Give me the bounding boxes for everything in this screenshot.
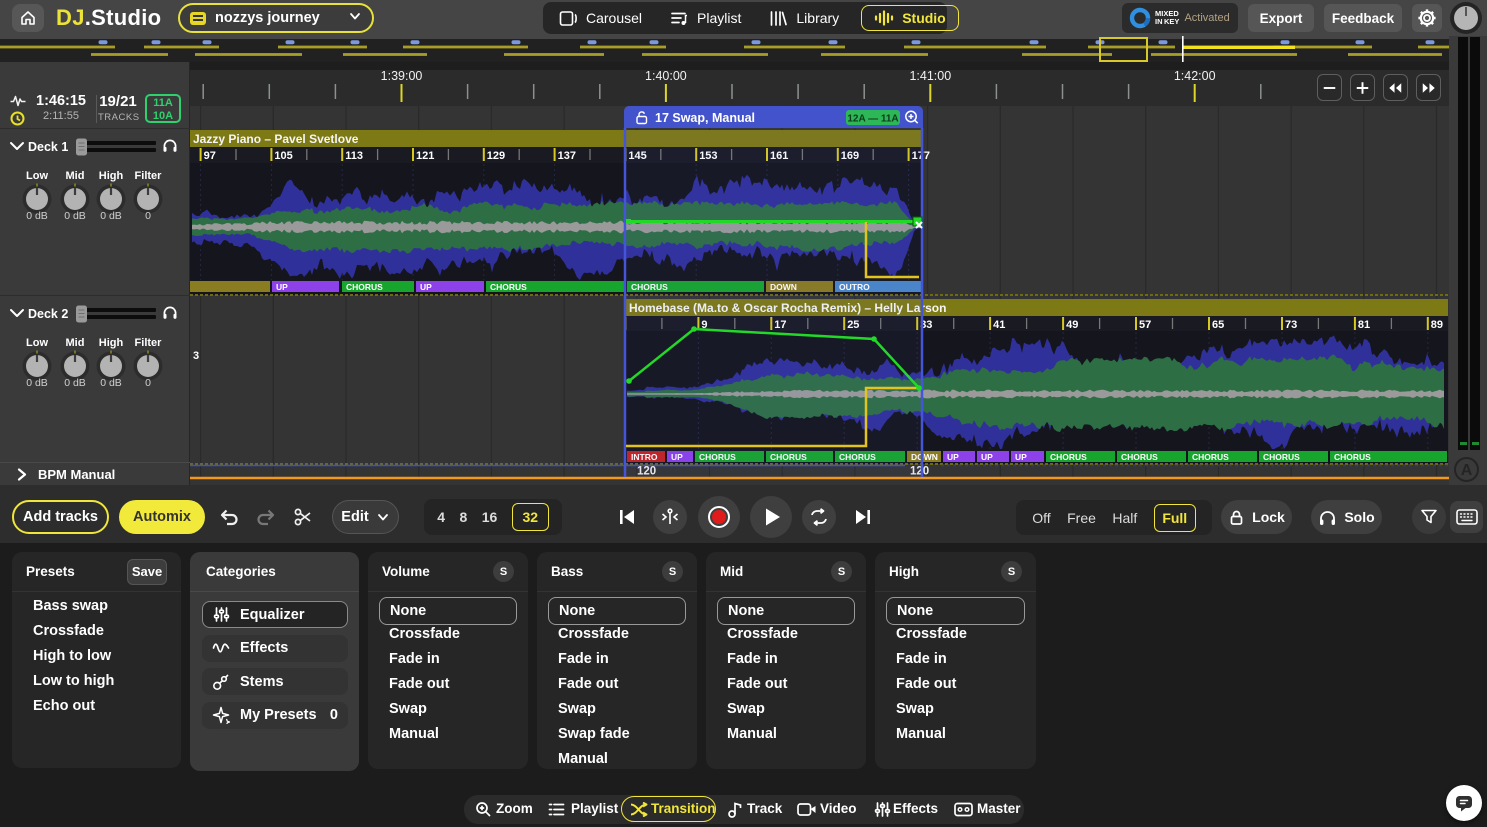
svg-text:0 dB: 0 dB — [26, 377, 48, 389]
svg-text:Mid: Mid — [66, 170, 85, 182]
svg-text:UP: UP — [1015, 452, 1027, 462]
svg-text:3: 3 — [193, 350, 199, 362]
svg-text:CHORUS: CHORUS — [1121, 452, 1158, 462]
svg-text:0 dB: 0 dB — [100, 210, 122, 222]
svg-text:0: 0 — [145, 210, 151, 222]
svg-text:Mid: Mid — [66, 337, 85, 349]
svg-text:41: 41 — [993, 319, 1005, 331]
svg-text:1:39:00: 1:39:00 — [381, 69, 423, 83]
svg-text:0 dB: 0 dB — [100, 377, 122, 389]
svg-text:Deck 2: Deck 2 — [28, 307, 68, 321]
svg-text:CHORUS: CHORUS — [1334, 452, 1371, 462]
svg-text:73: 73 — [1285, 319, 1297, 331]
svg-text:CHORUS: CHORUS — [1050, 452, 1087, 462]
svg-text:Jazzy Piano – Pavel Svetlove: Jazzy Piano – Pavel Svetlove — [193, 132, 359, 146]
svg-text:CHORUS: CHORUS — [346, 282, 383, 292]
svg-text:129: 129 — [487, 150, 505, 162]
svg-text:1:41:00: 1:41:00 — [909, 69, 951, 83]
svg-text:57: 57 — [1139, 319, 1151, 331]
svg-text:Low: Low — [26, 337, 48, 349]
svg-text:105: 105 — [274, 150, 292, 162]
svg-text:Filter: Filter — [135, 337, 163, 349]
svg-text:113: 113 — [345, 150, 363, 162]
svg-text:1:42:00: 1:42:00 — [1174, 69, 1216, 83]
svg-text:0: 0 — [145, 377, 151, 389]
svg-text:17 Swap, Manual: 17 Swap, Manual — [655, 111, 755, 125]
svg-text:High: High — [99, 337, 124, 349]
svg-text:Low: Low — [26, 170, 48, 182]
svg-text:0 dB: 0 dB — [26, 210, 48, 222]
svg-text:CHORUS: CHORUS — [1192, 452, 1229, 462]
svg-text:UP: UP — [420, 282, 432, 292]
svg-text:UP: UP — [276, 282, 288, 292]
svg-text:1:40:00: 1:40:00 — [645, 69, 687, 83]
svg-text:Deck 1: Deck 1 — [28, 140, 68, 154]
svg-text:Filter: Filter — [135, 170, 163, 182]
svg-text:High: High — [99, 170, 124, 182]
svg-text:137: 137 — [558, 150, 576, 162]
svg-text:UP: UP — [981, 452, 993, 462]
svg-text:81: 81 — [1358, 319, 1370, 331]
svg-text:CHORUS: CHORUS — [1263, 452, 1300, 462]
svg-text:65: 65 — [1212, 319, 1224, 331]
svg-text:UP: UP — [947, 452, 959, 462]
svg-text:97: 97 — [204, 150, 216, 162]
svg-text:12A — 11A: 12A — 11A — [847, 114, 898, 125]
svg-text:CHORUS: CHORUS — [490, 282, 527, 292]
svg-text:0 dB: 0 dB — [64, 377, 86, 389]
svg-text:121: 121 — [416, 150, 434, 162]
svg-text:0 dB: 0 dB — [64, 210, 86, 222]
svg-text:49: 49 — [1066, 319, 1078, 331]
svg-text:89: 89 — [1431, 319, 1443, 331]
